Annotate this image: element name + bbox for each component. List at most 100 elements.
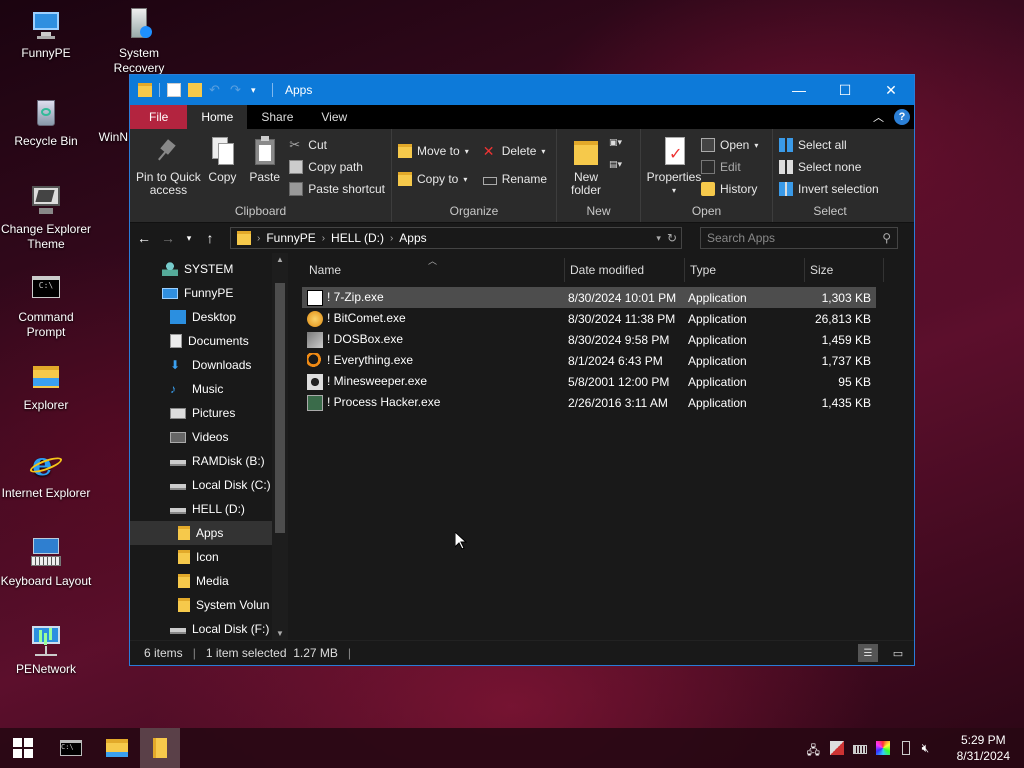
- nav-item-icon[interactable]: Icon: [130, 545, 288, 569]
- nav-item-desktop[interactable]: Desktop: [130, 305, 288, 329]
- delete-button[interactable]: ✕ Delete ▾: [483, 143, 547, 159]
- history-button[interactable]: History: [701, 181, 758, 197]
- taskbar-explorer[interactable]: [94, 728, 140, 768]
- recent-locations-icon[interactable]: ▾: [184, 233, 194, 244]
- forward-icon[interactable]: →: [160, 230, 176, 246]
- start-button[interactable]: [0, 728, 46, 768]
- nav-scrollbar[interactable]: ▲ ▼: [272, 253, 288, 640]
- edit-button[interactable]: Edit: [701, 159, 758, 175]
- nav-item-label: Videos: [192, 430, 229, 444]
- title-bar[interactable]: ↶ ↷ ▾ Apps — ☐ ✕: [130, 75, 914, 105]
- desktop-icon-winn[interactable]: WinN: [78, 96, 128, 145]
- column-header-date[interactable]: Date modified: [565, 258, 685, 282]
- scrollbar-thumb[interactable]: [275, 283, 285, 533]
- maximize-button[interactable]: ☐: [822, 75, 868, 105]
- paste-shortcut-button[interactable]: Paste shortcut: [289, 181, 385, 197]
- nav-item-ramdisk-b[interactable]: RAMDisk (B:): [130, 449, 288, 473]
- network-tray-icon[interactable]: 🖧: [807, 741, 821, 757]
- tab-file[interactable]: File: [130, 105, 188, 129]
- nav-item-system-volun[interactable]: System Volun: [130, 593, 288, 617]
- undo-icon[interactable]: ↶: [209, 83, 223, 97]
- customize-qat-icon[interactable]: ▾: [251, 83, 265, 97]
- safely-remove-tray-icon[interactable]: [901, 741, 910, 755]
- tab-share[interactable]: Share: [247, 105, 307, 129]
- file-row[interactable]: ! 7-Zip.exe 8/30/2024 10:01 PM Application…: [302, 287, 876, 308]
- file-type: Application: [688, 374, 747, 389]
- close-button[interactable]: ✕: [868, 75, 914, 105]
- explorer-window: ↶ ↷ ▾ Apps — ☐ ✕ File Home Share View ︿ …: [129, 74, 915, 666]
- search-input[interactable]: Search Apps: [707, 231, 775, 245]
- nav-item-funnype[interactable]: FunnyPE: [130, 281, 288, 305]
- refresh-icon[interactable]: ↻: [667, 231, 681, 245]
- desktop-icon-explorer[interactable]: Explorer: [0, 360, 92, 413]
- keyboard-tray-icon[interactable]: [852, 745, 867, 754]
- desktop-icon-keyboard-layout[interactable]: Keyboard Layout: [0, 536, 92, 589]
- breadcrumb-item[interactable]: FunnyPE: [266, 231, 315, 245]
- move-to-button[interactable]: Move to ▾: [398, 143, 469, 159]
- details-view-icon[interactable]: ☰: [858, 644, 878, 662]
- properties-qat-icon[interactable]: [167, 83, 181, 97]
- file-date: 2/26/2016 3:11 AM: [568, 395, 668, 410]
- up-icon[interactable]: ↑: [202, 230, 218, 246]
- nav-item-music[interactable]: ♪ Music: [130, 377, 288, 401]
- desktop-icon-penetwork[interactable]: PENetwork: [0, 624, 92, 677]
- column-header-type[interactable]: Type: [685, 258, 805, 282]
- nav-item-media[interactable]: Media: [130, 569, 288, 593]
- copy-path-button[interactable]: Copy path: [289, 159, 385, 175]
- desktop-icon-system-recovery[interactable]: System Recovery: [93, 8, 185, 76]
- volume-muted-icon[interactable]: 🔇︎: [922, 741, 936, 755]
- recovery-icon: [122, 8, 156, 42]
- new-item-icon[interactable]: ▣▾: [609, 137, 631, 151]
- column-header-name[interactable]: Name ︿: [304, 256, 565, 282]
- nav-item-documents[interactable]: Documents: [130, 329, 288, 353]
- file-row[interactable]: ! Process Hacker.exe 2/26/2016 3:11 AM App…: [302, 392, 876, 413]
- cut-button[interactable]: ✂ Cut: [289, 137, 385, 153]
- nav-item-system[interactable]: SYSTEM: [130, 257, 288, 281]
- minimize-button[interactable]: —: [776, 75, 822, 105]
- taskbar-command-prompt[interactable]: C:\: [48, 728, 94, 768]
- address-dropdown-icon[interactable]: ▾: [656, 233, 661, 244]
- invert-selection-button[interactable]: Invert selection: [779, 181, 879, 197]
- redo-icon[interactable]: ↷: [230, 83, 244, 97]
- back-icon[interactable]: ←: [136, 230, 152, 246]
- color-tray-icon[interactable]: [875, 741, 890, 755]
- ribbon-group-new: New folder ▣▾ ▤▾ New: [557, 129, 641, 222]
- nav-item-videos[interactable]: Videos: [130, 425, 288, 449]
- nav-item-pictures[interactable]: Pictures: [130, 401, 288, 425]
- desktop-icon-label: System Recovery: [113, 46, 165, 75]
- rename-button[interactable]: Rename: [482, 171, 547, 187]
- breadcrumb-item[interactable]: Apps: [399, 231, 426, 245]
- recycle-bin-icon: [29, 96, 63, 130]
- copy-to-button[interactable]: Copy to ▾: [398, 171, 469, 187]
- column-header-size[interactable]: Size: [805, 258, 884, 282]
- new-folder-qat-icon[interactable]: [188, 83, 202, 97]
- select-all-button[interactable]: Select all: [779, 137, 879, 153]
- file-row[interactable]: ! Minesweeper.exe 5/8/2001 12:00 PM Applic…: [302, 371, 876, 392]
- nav-item-local-disk-c[interactable]: Local Disk (C:): [130, 473, 288, 497]
- nav-item-local-disk-f[interactable]: Local Disk (F:): [130, 617, 288, 641]
- open-button[interactable]: Open ▾: [701, 137, 758, 153]
- desktop-icon-change-explorer-theme[interactable]: Change Explorer Theme: [0, 184, 92, 252]
- desktop-icon-internet-explorer[interactable]: e Internet Explorer: [0, 448, 92, 501]
- taskbar-apps-window[interactable]: [140, 728, 180, 768]
- file-row[interactable]: ! BitComet.exe 8/30/2024 11:38 PM Applicat…: [302, 308, 876, 329]
- collapse-ribbon-icon[interactable]: ︿: [873, 109, 884, 125]
- address-bar[interactable]: › FunnyPE › HELL (D:) › Apps ▾ ↻: [230, 227, 682, 249]
- nav-item-hell-d[interactable]: HELL (D:): [130, 497, 288, 521]
- file-row[interactable]: ! DOSBox.exe 8/30/2024 9:58 PM Application…: [302, 329, 876, 350]
- tab-home[interactable]: Home: [187, 105, 248, 129]
- desktop-icon-command-prompt[interactable]: C:\ Command Prompt: [0, 272, 92, 340]
- desktop-icon-funnype[interactable]: FunnyPE: [0, 8, 92, 61]
- clock[interactable]: 5:29 PM 8/31/2024: [957, 732, 1010, 764]
- file-row[interactable]: ! Everything.exe 8/1/2024 6:43 PM Applicat…: [302, 350, 876, 371]
- breadcrumb-item[interactable]: HELL (D:): [331, 231, 384, 245]
- tab-view[interactable]: View: [307, 105, 361, 129]
- nav-item-apps[interactable]: Apps: [130, 521, 288, 545]
- easy-access-icon[interactable]: ▤▾: [609, 159, 631, 173]
- large-icons-view-icon[interactable]: ▭: [888, 644, 908, 662]
- search-box[interactable]: Search Apps ⚲: [700, 227, 898, 249]
- nav-item-downloads[interactable]: ⬇ Downloads: [130, 353, 288, 377]
- tool-tray-icon[interactable]: [829, 741, 844, 755]
- select-none-button[interactable]: Select none: [779, 159, 879, 175]
- help-icon[interactable]: ?: [894, 109, 910, 125]
